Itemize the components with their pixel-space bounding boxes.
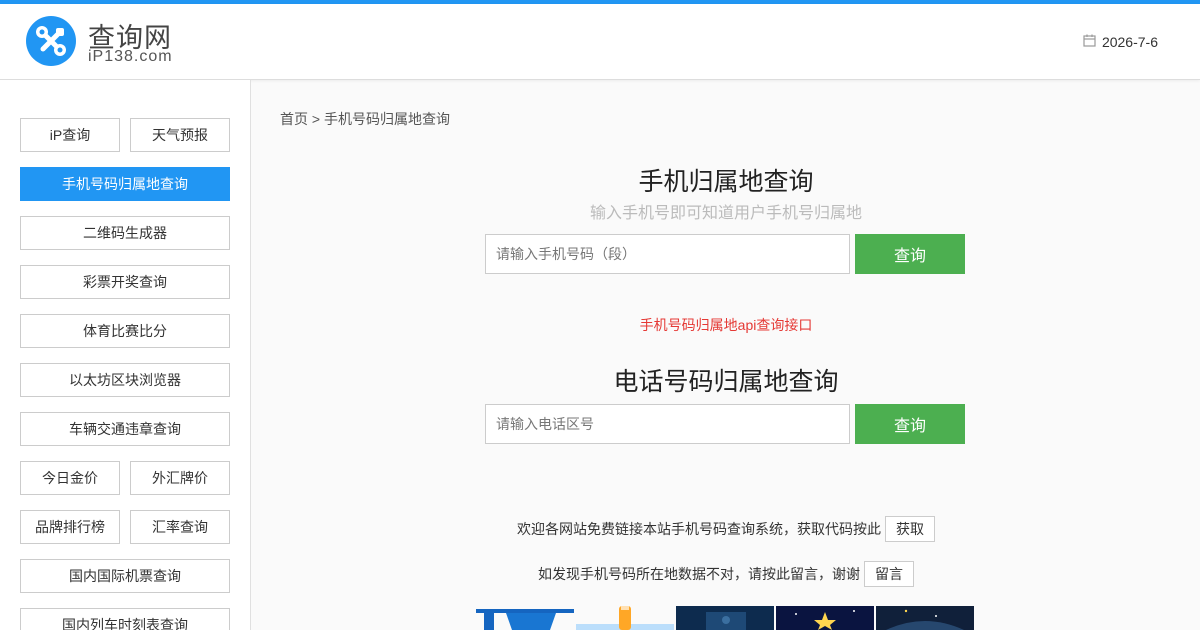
area-code-input[interactable]: [485, 404, 850, 444]
sidebar-item-weather[interactable]: 天气预报: [130, 118, 230, 152]
calendar-icon: [1083, 34, 1096, 50]
site-domain[interactable]: iP138.com: [88, 48, 173, 66]
sidebar-nav: iP查询 天气预报 手机号码归属地查询 二维码生成器 彩票开奖查询 体育比赛比分…: [0, 80, 251, 630]
api-link[interactable]: 手机号码归属地api查询接口: [252, 315, 1200, 335]
site-header: 查询网 iP138.com 2026-7-6: [0, 4, 1200, 80]
thumbnail-image[interactable]: [776, 606, 874, 630]
sidebar-item-sports-score[interactable]: 体育比赛比分: [20, 314, 230, 348]
thumbnail-image[interactable]: [476, 606, 574, 630]
sidebar-item-brand-ranking[interactable]: 品牌排行榜: [20, 510, 120, 544]
sidebar-item-gold-price[interactable]: 今日金价: [20, 461, 120, 495]
sidebar-item-train-schedule[interactable]: 国内列车时刻表查询: [20, 608, 230, 630]
phone-query-title: 电话号码归属地查询: [613, 368, 839, 396]
get-code-button[interactable]: 获取: [885, 516, 935, 542]
mobile-number-input[interactable]: [485, 234, 850, 274]
date-text: 2026-7-6: [1101, 34, 1158, 50]
main-content: 首页 > 手机号码归属地查询 手机归属地查询 输入手机号即可知道用户手机号归属地…: [252, 80, 1200, 630]
logo-tools-icon[interactable]: [26, 16, 76, 66]
sidebar-item-flights[interactable]: 国内国际机票查询: [20, 559, 230, 593]
thumbnail-image[interactable]: [576, 606, 674, 630]
sidebar-item-exchange-rate[interactable]: 汇率查询: [130, 510, 230, 544]
feedback-line: 如发现手机号码所在地数据不对，请按此留言，谢谢 留言: [252, 561, 1200, 587]
feedback-text: 如发现手机号码所在地数据不对，请按此留言，谢谢: [538, 566, 860, 582]
thumbnail-image[interactable]: [676, 606, 774, 630]
sidebar-item-qrcode[interactable]: 二维码生成器: [20, 216, 230, 250]
sidebar-item-ip[interactable]: iP查询: [20, 118, 120, 152]
promo-text: 欢迎各网站免费链接本站手机号码查询系统，获取代码按此: [517, 521, 881, 537]
thumbnail-image[interactable]: [876, 606, 974, 630]
sidebar-item-forex[interactable]: 外汇牌价: [130, 461, 230, 495]
breadcrumb[interactable]: 首页 > 手机号码归属地查询: [280, 109, 450, 129]
mobile-query-subtitle: 输入手机号即可知道用户手机号归属地: [589, 205, 862, 222]
promo-line: 欢迎各网站免费链接本站手机号码查询系统，获取代码按此 获取: [252, 516, 1200, 542]
sidebar-item-traffic-violation[interactable]: 车辆交通违章查询: [20, 412, 230, 446]
sidebar-item-lottery[interactable]: 彩票开奖查询: [20, 265, 230, 299]
sidebar-item-mobile-location[interactable]: 手机号码归属地查询: [20, 167, 230, 201]
mobile-query-title: 手机归属地查询: [638, 168, 814, 196]
mobile-query-button[interactable]: 查询: [855, 234, 965, 274]
feedback-button[interactable]: 留言: [864, 561, 914, 587]
banner-thumbnails: [476, 606, 974, 630]
date-display: 2026-7-6: [1083, 34, 1158, 50]
phone-query-button[interactable]: 查询: [855, 404, 965, 444]
sidebar-item-ethereum[interactable]: 以太坊区块浏览器: [20, 363, 230, 397]
